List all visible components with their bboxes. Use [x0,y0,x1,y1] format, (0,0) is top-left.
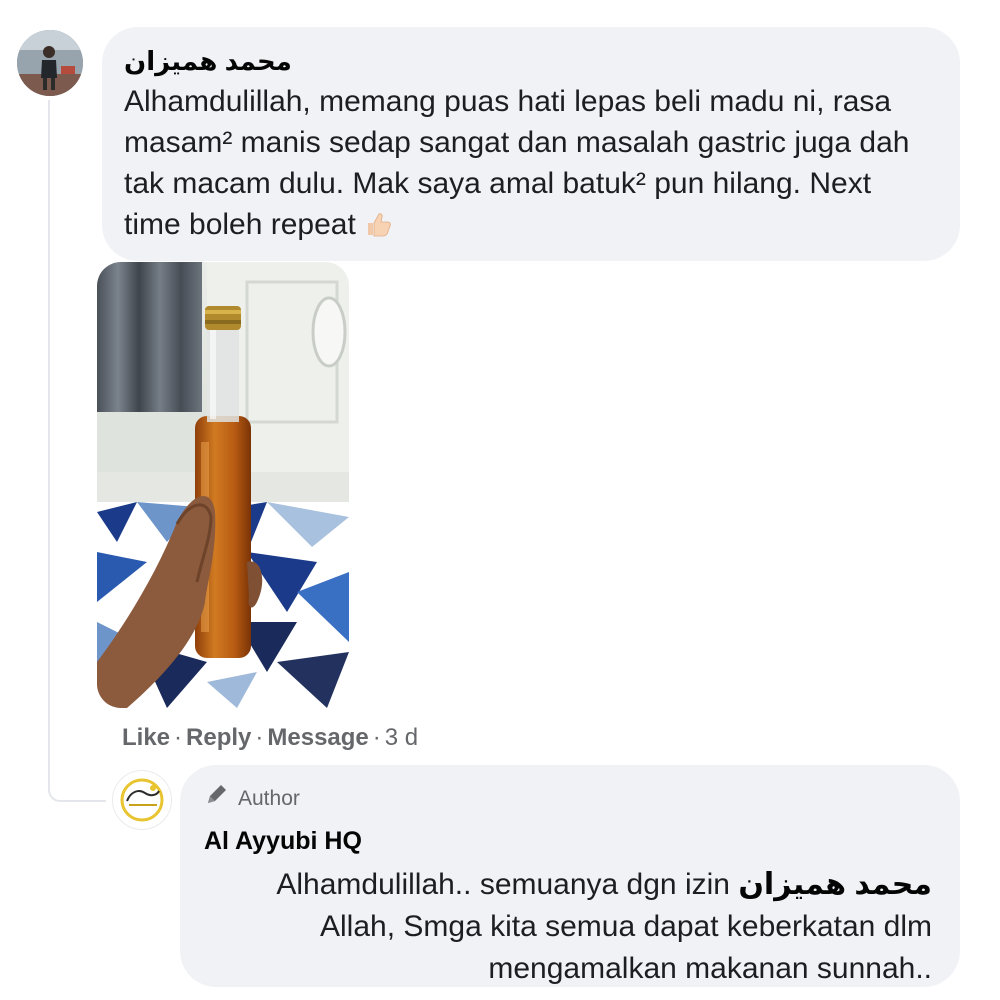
mention-link[interactable]: محمد هميزان [738,868,932,901]
reply-author[interactable]: Al Ayyubi HQ [204,824,936,858]
pencil-icon [204,781,230,816]
reply-bubble: Author Al Ayyubi HQ Alhamdulillah.. semu… [180,765,960,987]
comment-timestamp[interactable]: 3 d [385,724,418,751]
comment-author[interactable]: محمد هميزان [124,45,936,77]
reply-body: Alhamdulillah.. semuanya dgn izin محمد ه… [204,864,936,990]
reply-button[interactable]: Reply [186,724,251,751]
like-button[interactable]: Like [122,724,170,751]
author-badge: Author [204,781,936,816]
separator: · [255,724,264,751]
author-badge-label: Author [238,786,300,810]
thread-connector [48,790,106,802]
author-avatar[interactable] [112,770,172,830]
reply-text: Allah, Smga kita semua dapat keberkatan … [320,910,932,985]
message-button[interactable]: Message [267,724,368,751]
thread-line [48,100,50,792]
avatar[interactable] [17,30,83,96]
comment-body: Alhamdulillah, memang puas hati lepas be… [124,81,936,245]
separator: · [174,724,183,751]
reply-text: Alhamdulillah.. semuanya dgn izin [276,868,739,901]
comment-actions: Like · Reply · Message · 3 d [122,722,418,754]
comment-text: Alhamdulillah, memang puas hati lepas be… [124,85,910,241]
thumbs-up-icon [364,208,392,237]
separator: · [372,724,381,751]
comment-bubble: محمد هميزان Alhamdulillah, memang puas h… [102,27,960,261]
comment-thread: محمد هميزان Alhamdulillah, memang puas h… [0,0,1000,1000]
photo-attachment[interactable] [97,262,349,708]
